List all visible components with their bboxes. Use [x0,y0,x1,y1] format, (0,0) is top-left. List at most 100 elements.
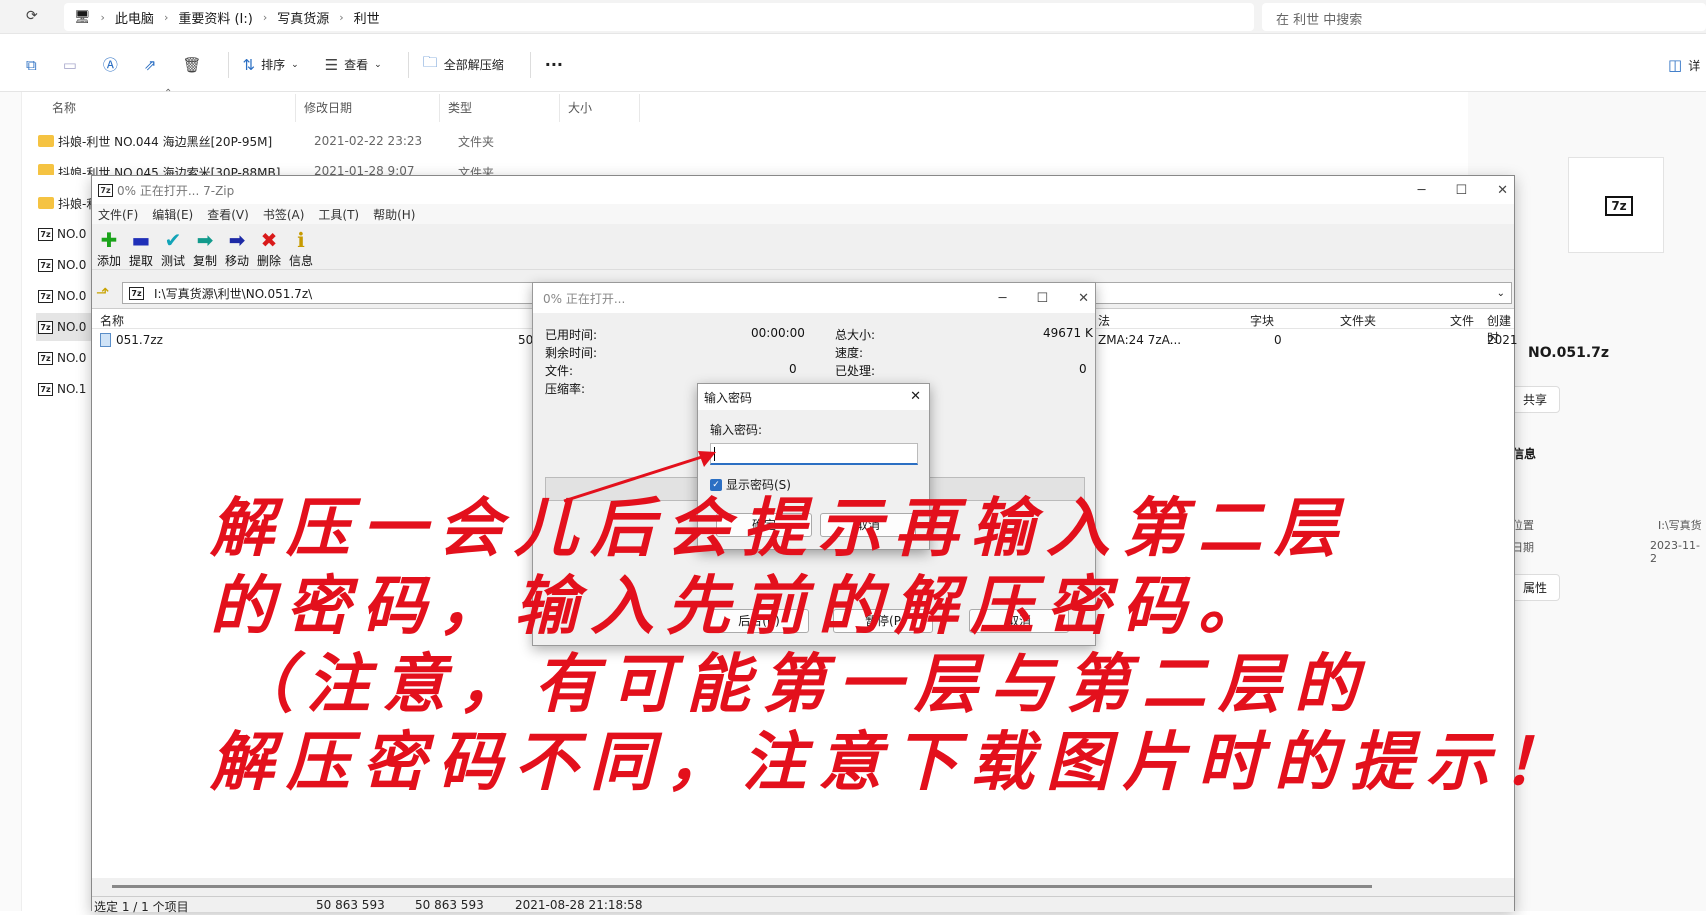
date-value: 2023-11-2 [1650,539,1700,565]
status-selected: 选定 1 / 1 个项目 [94,900,189,914]
paste-button[interactable]: ▭ [63,56,77,74]
speed-label: 速度: [835,346,864,360]
details-button[interactable]: ◫ 详 [1668,56,1700,74]
remaining-label: 剩余时间: [545,346,598,360]
7z-file-icon: 7z [38,320,53,334]
list-col-block[interactable]: 字块 [1250,312,1274,329]
details-label: 详 [1688,58,1701,73]
toolbar-icon: ℹ [297,228,305,252]
column-header-size[interactable]: 大小 [560,94,640,122]
maximize-icon[interactable]: ☐ [1036,291,1048,306]
breadcrumb-item[interactable]: 重要资料 (I:) [178,8,253,27]
list-col-method[interactable]: 法 [1098,312,1110,329]
7z-file-icon: 7z [38,351,53,365]
properties-button[interactable]: 属性 [1510,574,1561,601]
toolbar-icon: ➡ [196,228,214,252]
show-password-label: 显示密码(S) [726,478,791,492]
toolbar-button-1[interactable]: ▬ 提取 [128,228,154,269]
ratio-label: 压缩率: [545,382,586,396]
refresh-icon[interactable]: ⟳ [26,8,38,24]
extract-all-button[interactable]: 🗀 全部解压缩 [423,52,504,77]
7zip-row-name: 051.7zz [116,333,163,347]
toolbar-button-2[interactable]: ✔ 测试 [160,228,186,269]
menu-edit[interactable]: 编辑(E) [152,206,193,223]
file-name: 抖娘-利世 NO.045 海边索米[30P-88MB] [58,166,281,175]
file-row[interactable]: 7z NO.0 [38,282,86,310]
horizontal-scrollbar[interactable] [112,885,1372,888]
column-header-type[interactable]: 类型 [440,94,560,122]
file-row[interactable]: 7z NO.0 [38,220,86,248]
file-row[interactable]: 抖娘-利世 NO.045 海边索米[30P-88MB] 2021-01-28 9… [38,157,494,175]
toolbar-label: 删除 [256,254,281,268]
progress-cancel-button[interactable]: 取消 [969,609,1069,633]
breadcrumb-item[interactable]: 写真货源 [277,8,329,27]
rename-button[interactable]: Ⓐ [103,54,118,75]
search-input[interactable]: 在 利世 中搜索 [1262,3,1706,31]
password-input[interactable] [710,443,918,465]
view-button[interactable]: ☰ 查看 ⌄ [325,56,382,74]
more-button[interactable]: ··· [545,55,563,74]
column-headers: 名称 修改日期 类型 大小 [22,94,1468,122]
password-dialog: 输入密码 ✕ 输入密码: ✓ 显示密码(S) 确定 取消 [697,383,930,550]
menu-view[interactable]: 查看(V) [207,206,249,223]
toolbar-button-4[interactable]: ➡ 移动 [224,228,250,269]
up-folder-icon[interactable]: ⬏ [96,283,109,302]
menu-bookmarks[interactable]: 书签(A) [263,206,305,223]
menu-file[interactable]: 文件(F) [98,206,138,223]
sort-button[interactable]: ⇅ 排序 ⌄ [243,56,299,74]
column-header-modified[interactable]: 修改日期 [296,94,440,122]
file-row[interactable]: 7z NO.1 [38,375,86,403]
close-icon[interactable]: ✕ [1078,291,1089,306]
background-button[interactable]: 后台(B) [709,609,809,633]
extract-all-label: 全部解压缩 [443,58,504,72]
show-password-checkbox[interactable]: ✓ 显示密码(S) [710,476,791,493]
delete-button[interactable]: 🗑 [183,56,202,74]
breadcrumb-item[interactable]: 此电脑 [115,8,154,27]
file-row[interactable]: 抖娘-利世 NO.044 海边黑丝[20P-95M] 2021-02-22 23… [38,127,494,155]
share-pane-button[interactable]: 共享 [1510,386,1561,413]
file-row[interactable]: 7z NO.0 [38,251,86,279]
toolbar-button-0[interactable]: ✚ 添加 [96,228,122,269]
menu-tools[interactable]: 工具(T) [318,206,359,223]
list-col-file[interactable]: 文件 [1450,312,1474,329]
elapsed-value: 00:00:00 [751,326,805,340]
file-row-selected[interactable]: 7z NO.0 [36,313,92,341]
file-icon [100,333,111,347]
folder-icon [38,164,54,175]
toolbar-icon: ➡ [228,228,246,252]
menu-help[interactable]: 帮助(H) [373,206,415,223]
ok-button[interactable]: 确定 [716,513,812,537]
toolbar-button-3[interactable]: ➡ 复制 [192,228,218,269]
column-header-name[interactable]: 名称 [22,94,296,122]
files-value: 0 [789,362,797,376]
minimize-icon[interactable]: ─ [1418,183,1426,198]
7zip-statusbar: 选定 1 / 1 个项目 50 863 593 50 863 593 2021-… [92,896,1514,914]
pause-button[interactable]: 暂停(P [833,609,933,633]
file-row[interactable]: 抖娘-利 [38,189,98,217]
chevron-down-icon[interactable]: ⌄ [1497,288,1505,299]
share-button[interactable]: ⇗ [144,56,157,74]
close-icon[interactable]: ✕ [910,389,921,404]
toolbar-label: 复制 [192,254,217,268]
list-col-name[interactable]: 名称 [100,312,124,329]
password-title: 输入密码 [704,390,753,405]
toolbar-label: 信息 [288,254,313,268]
copy-button[interactable]: ⧉ [26,56,37,74]
divider [227,51,229,78]
files-label: 文件: [545,364,574,378]
breadcrumb-item[interactable]: 利世 [354,8,380,27]
toolbar-button-5[interactable]: ✖ 删除 [256,228,282,269]
maximize-icon[interactable]: ☐ [1455,183,1467,198]
file-row[interactable]: 7z NO.0 [38,344,86,372]
path-value: I:\写真货源\利世\NO.051.7z\ [154,286,313,301]
list-col-folder[interactable]: 文件夹 [1340,312,1376,329]
7z-file-icon: 7z [38,382,53,396]
breadcrumb[interactable]: 🖥 › 此电脑 › 重要资料 (I:) › 写真货源 › 利世 [64,3,1254,31]
toolbar-button-6[interactable]: ℹ 信息 [288,228,314,269]
info-heading: 信息 [1512,447,1537,461]
minimize-icon[interactable]: ─ [999,291,1007,306]
file-name: 抖娘-利世 NO.044 海边黑丝[20P-95M] [58,134,273,149]
password-cancel-button[interactable]: 取消 [820,513,916,537]
folder-icon [38,197,54,209]
close-icon[interactable]: ✕ [1497,183,1508,198]
